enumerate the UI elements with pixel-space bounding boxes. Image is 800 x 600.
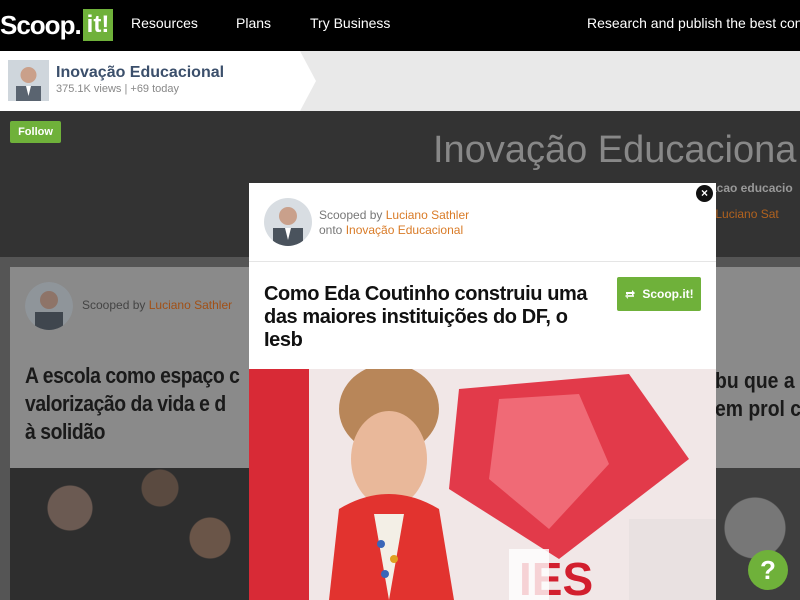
top-navigation: Scoop. it! Resources Plans Try Business … xyxy=(0,0,800,51)
scoopit-button-label: Scoop.it! xyxy=(642,287,694,301)
topic-title[interactable]: Inovação Educacional xyxy=(56,64,224,82)
nav-plans-link[interactable]: Plans xyxy=(236,15,271,31)
modal-post-title[interactable]: Como Eda Coutinho construiu uma das maio… xyxy=(264,283,609,352)
topic-header-arrow xyxy=(300,51,316,111)
scoopit-logo[interactable]: Scoop. it! xyxy=(0,8,114,42)
nav-try-business-link[interactable]: Try Business xyxy=(310,15,390,31)
curator-avatar[interactable] xyxy=(8,60,49,101)
logo-badge: it! xyxy=(82,9,114,41)
modal-divider xyxy=(249,261,716,262)
topic-views-meta: 375.1K views | +69 today xyxy=(56,83,180,95)
modal-scooped-prefix: Scooped by xyxy=(319,208,383,222)
modal-onto-prefix: onto xyxy=(319,223,343,237)
modal-curator-avatar[interactable] xyxy=(264,198,312,246)
logo-text: Scoop. xyxy=(0,9,82,40)
modal-onto-topic: onto Inovação Educacional xyxy=(319,223,463,237)
close-modal-icon[interactable]: × xyxy=(696,185,713,202)
help-button[interactable]: ? xyxy=(748,550,788,590)
modal-post-image[interactable]: IES xyxy=(249,369,716,600)
modal-scooped-by: Scooped by Luciano Sathler xyxy=(319,208,469,222)
scoopit-button[interactable]: Scoop.it! xyxy=(617,277,701,311)
topic-subbar: Inovação Educacional 375.1K views | +69 … xyxy=(0,51,800,111)
post-modal: Scooped by Luciano Sathler onto Inovação… xyxy=(249,183,716,600)
rescoop-icon xyxy=(625,290,636,299)
modal-curator-link[interactable]: Luciano Sathler xyxy=(386,208,469,222)
nav-resources-link[interactable]: Resources xyxy=(131,15,198,31)
modal-topic-link[interactable]: Inovação Educacional xyxy=(346,223,463,237)
nav-tagline: Research and publish the best cont xyxy=(587,15,800,31)
